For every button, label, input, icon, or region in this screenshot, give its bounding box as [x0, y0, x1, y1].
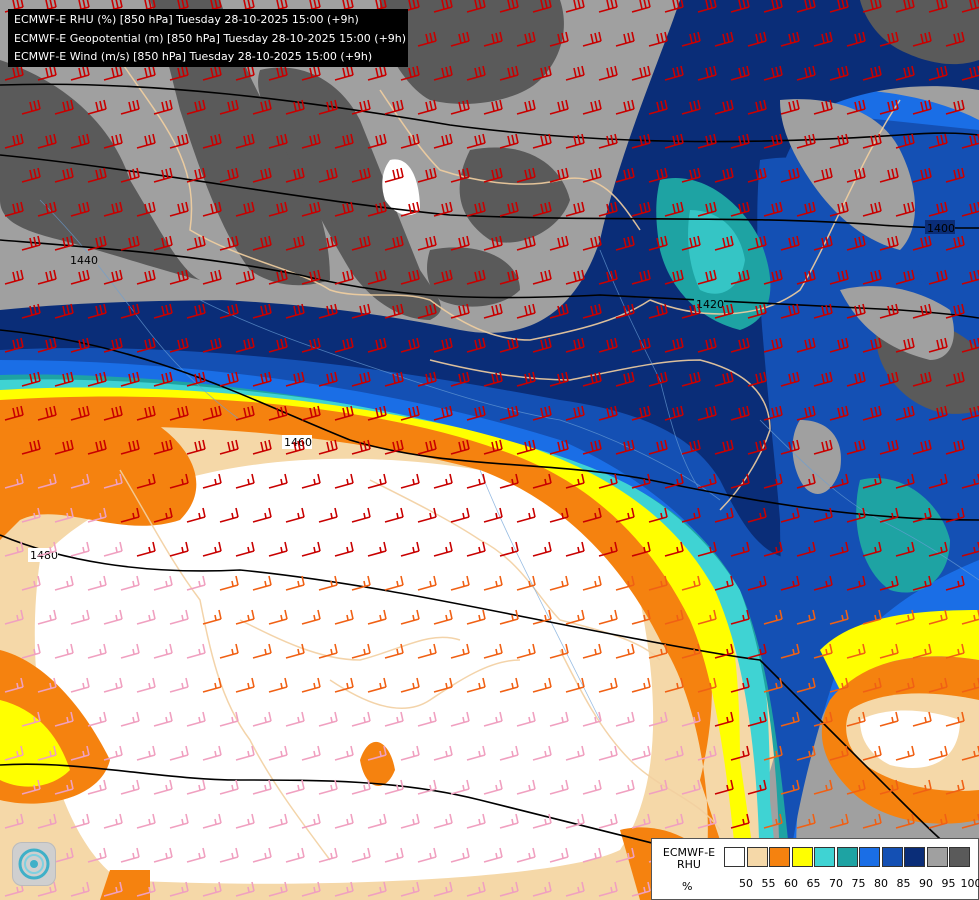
legend-swatch [724, 847, 745, 867]
legend-swatch [746, 847, 768, 867]
legend-swatch [836, 847, 858, 867]
legend-swatch [814, 847, 835, 867]
legend-tick-label: 75 [851, 877, 866, 890]
legend-swatch [859, 847, 880, 867]
legend-tick-label: 80 [874, 877, 888, 890]
map-title-box: ECMWF-E RHU (%) [850 hPa] Tuesday 28-10-… [8, 9, 408, 67]
legend-ticks: 50 55 60 65 70 75 80 85 90 95 100 [732, 877, 979, 891]
legend-swatch [926, 847, 948, 867]
legend-tick-label: 50 [739, 877, 753, 890]
legend-swatch [904, 847, 925, 867]
legend-tick-label: 60 [784, 877, 798, 890]
legend-swatch [791, 847, 813, 867]
weather-map: 1440 1460 1480 1420 1400 [0, 0, 979, 900]
contour-label-1440: 1440 [70, 254, 98, 267]
legend-tick-label: 65 [806, 877, 821, 890]
legend-tick-label: 70 [829, 877, 843, 890]
legend-tick-label: 95 [941, 877, 956, 890]
legend-tick-label: 100 [960, 877, 979, 890]
title-line-wind: ECMWF-E Wind (m/s) [850 hPa] Tuesday 28-… [14, 50, 373, 63]
legend-swatches [724, 847, 972, 869]
legend-swatch [769, 847, 790, 867]
legend-tick-label: 55 [761, 877, 776, 890]
legend-title: ECMWF-E RHU [662, 846, 716, 871]
legend-unit: % [682, 880, 693, 893]
legend-tick-label: 90 [919, 877, 933, 890]
rhu-legend: ECMWF-E RHU % 50 55 60 65 70 75 80 85 90 95 100 [651, 838, 979, 900]
legend-swatch [881, 847, 903, 867]
contour-label-1420: 1420 [696, 298, 724, 311]
ecmwf-logo-icon [12, 842, 56, 886]
legend-tick-label: 85 [896, 877, 911, 890]
contour-label-1400: 1400 [927, 222, 955, 235]
title-line-rhu: ECMWF-E RHU (%) [850 hPa] Tuesday 28-10-… [14, 13, 359, 26]
legend-swatch [949, 847, 970, 867]
title-line-geopotential: ECMWF-E Geopotential (m) [850 hPa] Tuesd… [14, 31, 407, 45]
rhu-fill-layer [0, 0, 979, 900]
